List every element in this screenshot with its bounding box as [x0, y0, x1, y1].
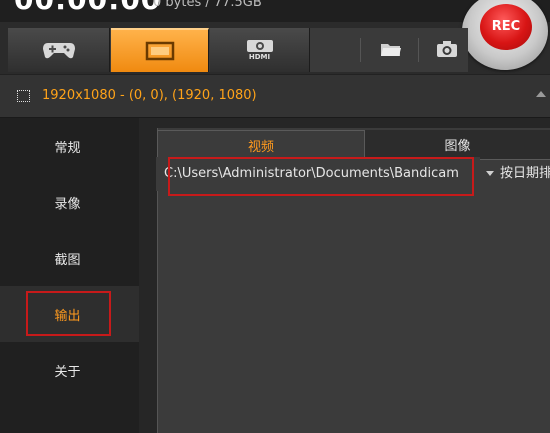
settings-sidebar: 常规 录像 截图 输出 关于 — [0, 118, 139, 433]
region-select-icon — [17, 90, 30, 102]
folder-icon — [381, 44, 401, 56]
sidebar-item-general[interactable]: 常规 — [0, 118, 139, 174]
rec-button[interactable]: REC — [480, 4, 532, 50]
toolbar-divider-2 — [418, 38, 419, 62]
screen-mode-button[interactable] — [111, 28, 209, 72]
hdmi-label: HDMI — [248, 53, 271, 61]
recording-timer: 00:00:00 — [14, 0, 161, 14]
sidebar-item-label: 常规 — [54, 140, 81, 156]
chevron-down-icon — [486, 171, 494, 176]
sidebar-item-label: 录像 — [54, 196, 81, 212]
tab-video[interactable]: 视频 — [157, 130, 365, 160]
screen-rectangle-icon — [145, 41, 174, 61]
collapse-arrow-icon[interactable] — [536, 91, 546, 97]
sidebar-item-about[interactable]: 关于 — [0, 342, 139, 398]
toolbar-divider — [360, 38, 361, 62]
sort-dropdown[interactable]: 按日期排 — [486, 163, 550, 185]
game-mode-button[interactable] — [8, 28, 110, 72]
tab-label: 视频 — [247, 140, 274, 155]
mode-toolbar: HDMI — [8, 28, 468, 72]
tab-label: 图像 — [444, 139, 471, 154]
hdmi-device-icon — [246, 40, 273, 52]
screenshot-button[interactable] — [436, 40, 458, 62]
capture-region-text: 1920x1080 - (0, 0), (1920, 1080) — [42, 88, 257, 103]
sidebar-item-label: 输出 — [54, 308, 81, 324]
gamepad-icon — [42, 43, 75, 59]
sidebar-item-label: 关于 — [54, 364, 81, 380]
hdmi-mode-button[interactable]: HDMI — [210, 28, 310, 72]
output-folder-path: C:\Users\Administrator\Documents\Bandica… — [164, 166, 459, 181]
open-folder-button[interactable] — [380, 40, 402, 62]
sidebar-item-video[interactable]: 录像 — [0, 174, 139, 230]
bandicam-window: 00:00:00 0 bytes / 77.5GB REC — [0, 0, 550, 433]
sort-label: 按日期排 — [500, 166, 550, 181]
camera-icon — [437, 41, 457, 57]
capture-region-bar[interactable]: 1920x1080 - (0, 0), (1920, 1080) — [0, 74, 550, 118]
sidebar-item-output[interactable]: 输出 — [0, 286, 139, 342]
sidebar-item-label: 截图 — [54, 252, 81, 268]
tab-image[interactable]: 图像 — [365, 130, 550, 160]
sidebar-item-screenshot[interactable]: 截图 — [0, 230, 139, 286]
output-folder-field[interactable]: C:\Users\Administrator\Documents\Bandica… — [156, 157, 480, 191]
storage-size: 0 bytes / 77.5GB — [153, 0, 262, 10]
